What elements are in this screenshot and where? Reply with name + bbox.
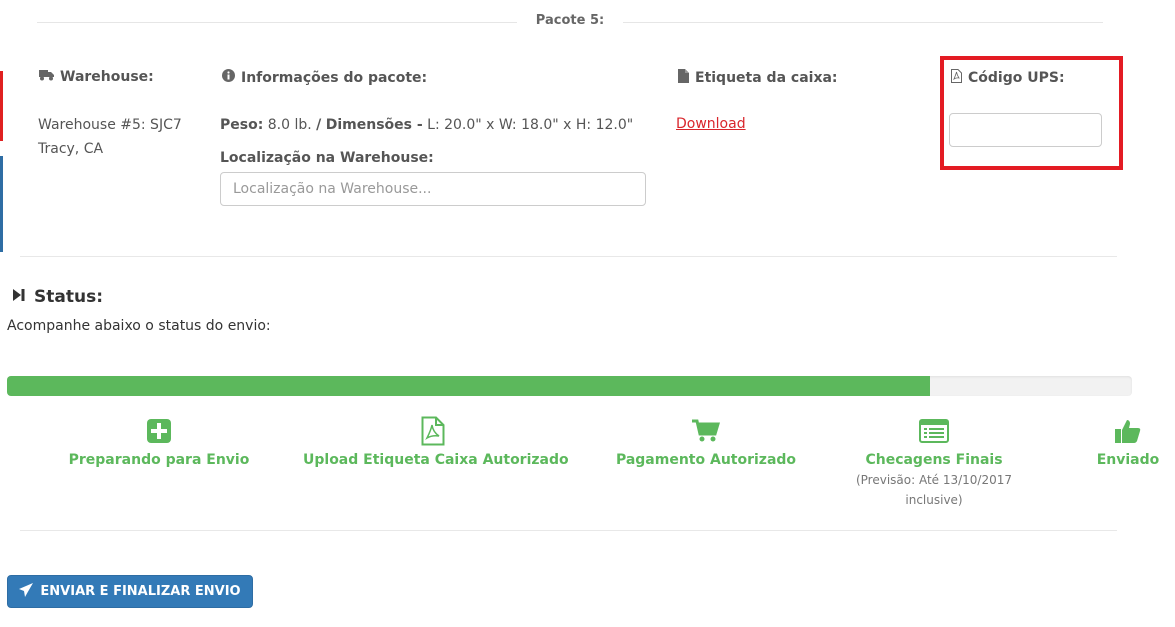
package-divider-right xyxy=(623,22,1103,23)
status-title: Status: xyxy=(34,287,103,307)
step-upload-label: Upload Etiqueta Caixa Autorizado xyxy=(303,416,569,468)
step-payment: Pagamento Autorizado xyxy=(606,416,806,468)
plus-square-icon xyxy=(59,416,259,446)
accent-bar-red xyxy=(0,71,3,141)
list-alt-icon xyxy=(834,416,1034,446)
package-info-heading: Informações do pacote: xyxy=(222,69,427,86)
step-name: Checagens Finais xyxy=(865,452,1003,468)
step-name: Preparando para Envio xyxy=(68,452,250,468)
weight-label: Peso: xyxy=(220,117,264,133)
package-info-label: Informações do pacote: xyxy=(241,69,428,86)
pdf-file-icon xyxy=(303,416,563,446)
ups-code-heading: Código UPS: xyxy=(951,69,1065,87)
pdf-file-outline-icon xyxy=(951,69,962,87)
file-icon xyxy=(678,69,689,87)
warehouse-name: Warehouse #5: SJC7 xyxy=(38,117,182,133)
status-heading: Status: xyxy=(12,287,103,307)
status-subtitle: Acompanhe abaixo o status do envio: xyxy=(7,318,271,334)
warehouse-label: Warehouse: xyxy=(60,69,154,85)
package-measurements: Peso: 8.0 lb. / Dimensões - L: 20.0" x W… xyxy=(220,113,633,137)
step-name: Pagamento Autorizado xyxy=(615,452,797,468)
package-title: Pacote 5: xyxy=(520,13,620,28)
status-progress-bar xyxy=(7,376,1132,396)
step-name: Upload Etiqueta Caixa Autorizado xyxy=(303,452,569,468)
step-forward-icon xyxy=(12,287,26,307)
step-final-checks: Checagens Finais (Previsão: Até 13/10/20… xyxy=(834,416,1034,510)
package-divider-left xyxy=(37,22,517,23)
measure-separator: / xyxy=(316,117,322,133)
box-label-heading: Etiqueta da caixa: xyxy=(678,69,838,87)
location-label: Localização na Warehouse: xyxy=(220,150,434,166)
step-note-line2: inclusive) xyxy=(905,493,963,507)
footer-divider xyxy=(20,530,1117,531)
dimensions-label: Dimensões - xyxy=(325,117,423,133)
info-circle-icon xyxy=(222,69,235,86)
ups-code-label: Código UPS: xyxy=(968,70,1065,86)
weight-value: 8.0 lb. xyxy=(267,117,312,133)
step-shipped: Enviado xyxy=(1096,416,1160,468)
shopping-cart-icon xyxy=(606,416,806,446)
status-progress-fill xyxy=(7,376,930,396)
ups-code-input[interactable] xyxy=(949,113,1102,147)
warehouse-city: Tracy, CA xyxy=(38,141,104,157)
step-name: Enviado xyxy=(1096,452,1160,468)
step-preparing: Preparando para Envio xyxy=(59,416,259,468)
step-note: (Previsão: Até 13/10/2017 inclusive) xyxy=(834,470,1034,510)
truck-icon xyxy=(39,69,54,85)
download-link[interactable]: Download xyxy=(676,116,746,132)
box-label-label: Etiqueta da caixa: xyxy=(695,70,838,86)
paper-plane-icon xyxy=(19,582,34,601)
submit-shipment-button[interactable]: ENVIAR E FINALIZAR ENVIO xyxy=(7,575,253,608)
accent-bar-blue xyxy=(0,156,3,252)
thumbs-up-icon xyxy=(1096,416,1160,446)
step-note-line1: (Previsão: Até 13/10/2017 xyxy=(855,473,1013,487)
warehouse-heading: Warehouse: xyxy=(39,69,154,85)
warehouse-address: Warehouse #5: SJC7 Tracy, CA xyxy=(38,113,182,161)
submit-button-label: ENVIAR E FINALIZAR ENVIO xyxy=(40,584,241,599)
dimensions-value: L: 20.0" x W: 18.0" x H: 12.0" xyxy=(427,117,634,133)
section-divider xyxy=(20,256,1117,257)
warehouse-location-input[interactable] xyxy=(220,172,646,206)
